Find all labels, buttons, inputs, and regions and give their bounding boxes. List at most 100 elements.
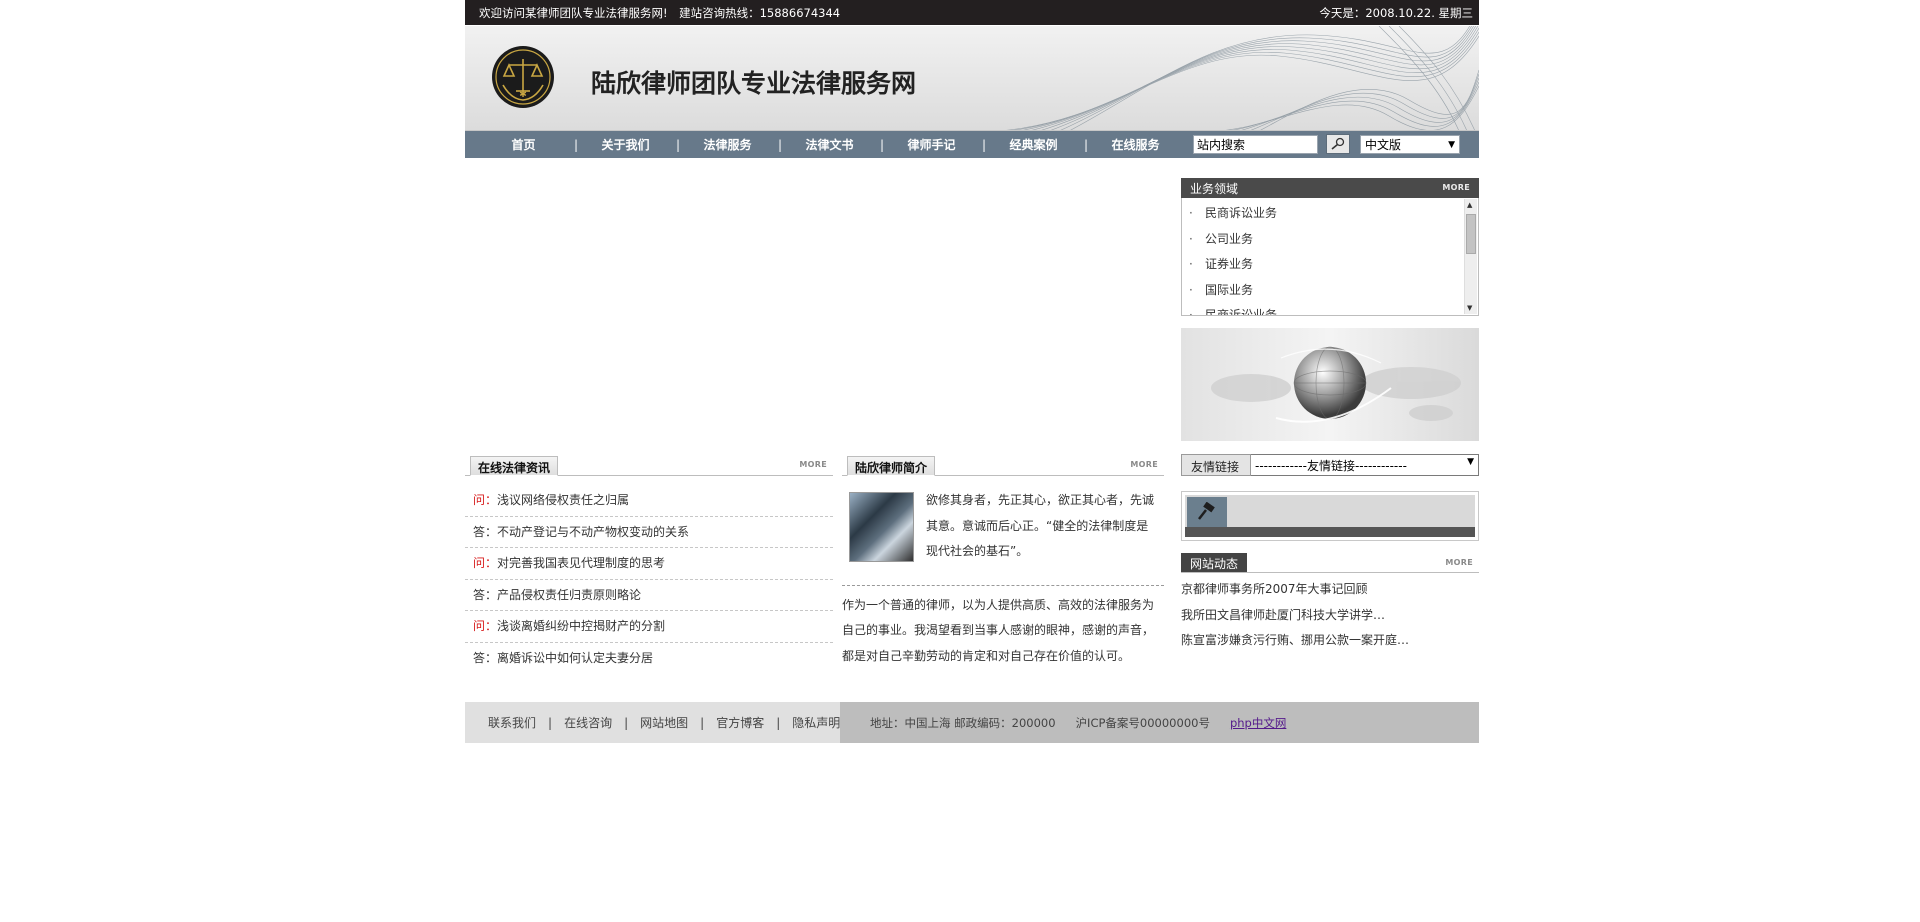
news-link[interactable]: 浅谈离婚纠纷中控揭财产的分割 bbox=[497, 619, 665, 633]
svg-text:✱: ✱ bbox=[519, 90, 527, 100]
list-item[interactable]: 问：浅议网络侵权责任之归属 bbox=[465, 485, 833, 517]
business-areas-header: 业务领域 MORE bbox=[1181, 178, 1479, 198]
business-areas-more-link[interactable]: MORE bbox=[1442, 183, 1470, 192]
list-item[interactable]: 京都律师事务所2007年大事记回顾 bbox=[1181, 577, 1479, 603]
main-nav: 首页 | 关于我们 | 法律服务 | 法律文书 | 律师手记 | 经典案例 | … bbox=[465, 131, 1479, 158]
language-value: 中文版 bbox=[1365, 138, 1402, 152]
globe-icon bbox=[1211, 346, 1461, 423]
business-link[interactable]: 证券业务 bbox=[1205, 257, 1253, 271]
legal-news-panel: 在线法律资讯 MORE 问：浅议网络侵权责任之归属 答：不动产登记与不动产物权变… bbox=[465, 456, 833, 674]
list-item[interactable]: · 国际业务 bbox=[1189, 278, 1478, 304]
list-item[interactable]: 我所田文昌律师赴厦门科技大学讲学… bbox=[1181, 603, 1479, 629]
search-icon bbox=[1331, 137, 1345, 150]
lawyer-intro-quote: 欲修其身者，先正其心，欲正其心者，先诚其意。意诚而后心正。“健全的法律制度是 现… bbox=[926, 493, 1155, 558]
scroll-up-icon[interactable]: ▲ bbox=[1467, 201, 1472, 209]
bullet-icon: · bbox=[1189, 231, 1193, 246]
list-item[interactable]: 陈宣富涉嫌贪污行贿、挪用公款一案开庭… bbox=[1181, 628, 1479, 654]
bullet-icon: · bbox=[1189, 206, 1193, 220]
answer-prefix: 答： bbox=[473, 650, 498, 665]
footer-links: 联系我们 | 在线咨询 | 网站地图 | 官方博客 | 隐私声明 bbox=[465, 702, 840, 743]
site-news-list: 京都律师事务所2007年大事记回顾 我所田文昌律师赴厦门科技大学讲学… 陈宣富涉… bbox=[1181, 577, 1479, 654]
scales-logo-icon: ✱ bbox=[492, 46, 554, 108]
site-news-more-link[interactable]: MORE bbox=[1445, 558, 1473, 567]
site-title: 陆欣律师团队专业法律服务网 bbox=[591, 69, 917, 98]
nav-item-online-services[interactable]: 在线服务 bbox=[1085, 136, 1186, 153]
site-news-title: 网站动态 bbox=[1181, 553, 1248, 572]
business-link[interactable]: 国际业务 bbox=[1205, 283, 1253, 297]
footer-link-blog[interactable]: 官方博客 bbox=[716, 714, 764, 731]
business-areas-list: · 民商诉讼业务 · 公司业务 · 证券业务 · 国际业务 · 民商诉讼业务 ▲ ▼ bbox=[1181, 198, 1479, 316]
list-item[interactable]: · 民商诉讼业务 bbox=[1189, 303, 1478, 316]
address-text: 地址：中国上海 邮政编码：200000 bbox=[870, 715, 1056, 730]
news-link[interactable]: 不动产登记与不动产物权变动的关系 bbox=[497, 525, 689, 539]
nav-item-lawyer-notes[interactable]: 律师手记 bbox=[881, 136, 982, 153]
news-link[interactable]: 浅议网络侵权责任之归属 bbox=[497, 493, 629, 507]
business-scrollbar[interactable]: ▲ ▼ bbox=[1464, 199, 1477, 314]
footer-link-sitemap[interactable]: 网站地图 bbox=[640, 714, 688, 731]
icp-text: 沪ICP备案号00000000号 bbox=[1075, 715, 1210, 730]
banner: ✱ 陆欣律师团队专业法律服务网 bbox=[465, 26, 1479, 131]
gavel-icon bbox=[1187, 497, 1227, 527]
top-bar: 欢迎访问某律师团队专业法律服务网! 建站咨询热线：15886674344 今天是… bbox=[465, 0, 1479, 25]
banner-wave-graphic bbox=[1005, 26, 1479, 130]
globe-banner bbox=[1181, 328, 1479, 441]
business-link[interactable]: 民商诉讼业务 bbox=[1205, 308, 1277, 315]
question-prefix: 问： bbox=[473, 493, 498, 507]
footer: 联系我们 | 在线咨询 | 网站地图 | 官方博客 | 隐私声明 地址：中国上海… bbox=[465, 702, 1479, 743]
nav-items: 首页 | 关于我们 | 法律服务 | 法律文书 | 律师手记 | 经典案例 | … bbox=[465, 136, 1186, 153]
footer-address: 地址：中国上海 邮政编码：200000 沪ICP备案号00000000号 php… bbox=[840, 702, 1479, 743]
news-link[interactable]: 对完善我国表见代理制度的思考 bbox=[497, 556, 665, 570]
news-link[interactable]: 离婚诉讼中如何认定夫妻分居 bbox=[497, 651, 653, 665]
lawyer-intro-text: 作为一个普通的律师，以为人提供高质、高效的法律服务为自己的事业。我渴望看到当事人… bbox=[842, 597, 1155, 663]
legal-news-more-link[interactable]: MORE bbox=[799, 460, 827, 469]
language-select[interactable]: 中文版 ▼ bbox=[1360, 135, 1460, 154]
question-prefix: 问： bbox=[473, 556, 498, 570]
bullet-icon: · bbox=[1189, 308, 1193, 316]
site-news-header: 网站动态 MORE bbox=[1181, 553, 1479, 573]
footer-separator: | bbox=[776, 715, 781, 730]
friend-links-select[interactable]: ------------友情链接------------ ▼ bbox=[1251, 454, 1479, 476]
search-button[interactable] bbox=[1326, 134, 1350, 154]
friend-links-value: ------------友情链接------------ bbox=[1255, 459, 1407, 473]
footer-separator: | bbox=[548, 715, 553, 730]
friend-links-label: 友情链接 bbox=[1181, 454, 1251, 476]
footer-link-privacy[interactable]: 隐私声明 bbox=[792, 714, 840, 731]
php-link[interactable]: php中文网 bbox=[1230, 715, 1286, 731]
welcome-text: 欢迎访问某律师团队专业法律服务网! 建站咨询热线：15886674344 bbox=[479, 5, 841, 20]
nav-item-classic-cases[interactable]: 经典案例 bbox=[983, 136, 1084, 153]
chevron-down-icon: ▼ bbox=[1467, 457, 1474, 467]
list-item[interactable]: · 证券业务 bbox=[1189, 252, 1478, 278]
footer-link-contact[interactable]: 联系我们 bbox=[488, 714, 536, 731]
divider bbox=[842, 584, 1164, 586]
list-item[interactable]: 问：浅谈离婚纠纷中控揭财产的分割 bbox=[465, 611, 833, 643]
nav-item-legal-documents[interactable]: 法律文书 bbox=[779, 136, 880, 153]
chevron-down-icon: ▼ bbox=[1448, 139, 1455, 150]
bullet-icon: · bbox=[1189, 282, 1193, 297]
scroll-down-icon[interactable]: ▼ bbox=[1467, 304, 1472, 312]
lawyer-intro-title: 陆欣律师简介 bbox=[847, 456, 936, 476]
nav-item-home[interactable]: 首页 bbox=[473, 136, 574, 153]
footer-link-consult[interactable]: 在线咨询 bbox=[564, 714, 612, 731]
footer-separator: | bbox=[624, 715, 629, 730]
list-item[interactable]: 问：对完善我国表见代理制度的思考 bbox=[465, 548, 833, 580]
business-link[interactable]: 公司业务 bbox=[1205, 232, 1253, 246]
site-search-input[interactable] bbox=[1193, 135, 1318, 154]
right-column: 业务领域 MORE · 民商诉讼业务 · 公司业务 · 证券业务 · 国际业务 · 民商诉… bbox=[1181, 158, 1479, 654]
main-content: 在线法律资讯 MORE 问：浅议网络侵权责任之归属 答：不动产登记与不动产物权变… bbox=[465, 158, 1479, 758]
lawyer-photo bbox=[849, 492, 914, 562]
news-link[interactable]: 产品侵权责任归责原则略论 bbox=[497, 588, 641, 602]
friend-links-row: 友情链接 ------------友情链接------------ ▼ bbox=[1181, 454, 1479, 479]
list-item[interactable]: · 民商诉讼业务 bbox=[1189, 201, 1478, 227]
list-item[interactable]: 答：离婚诉讼中如何认定夫妻分居 bbox=[465, 643, 833, 675]
nav-item-legal-services[interactable]: 法律服务 bbox=[677, 136, 778, 153]
list-item[interactable]: 答：不动产登记与不动产物权变动的关系 bbox=[465, 517, 833, 548]
gavel-banner bbox=[1181, 491, 1479, 541]
question-prefix: 问： bbox=[473, 619, 498, 633]
list-item[interactable]: 答：产品侵权责任归责原则略论 bbox=[465, 580, 833, 611]
nav-item-about[interactable]: 关于我们 bbox=[575, 136, 676, 153]
lawyer-intro-more-link[interactable]: MORE bbox=[1130, 460, 1158, 469]
scrollbar-thumb[interactable] bbox=[1466, 214, 1476, 254]
business-link[interactable]: 民商诉讼业务 bbox=[1205, 206, 1277, 220]
bullet-icon: · bbox=[1189, 257, 1193, 271]
list-item[interactable]: · 公司业务 bbox=[1189, 227, 1478, 253]
